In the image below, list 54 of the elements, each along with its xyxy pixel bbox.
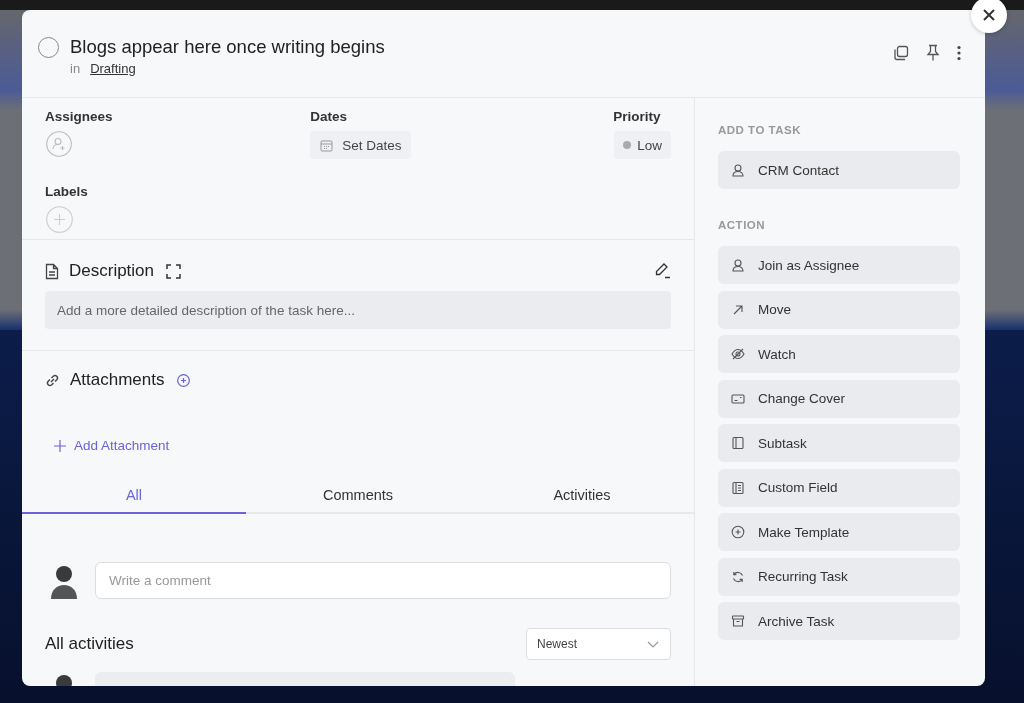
add-attachment-link[interactable]: Add Attachment: [54, 438, 170, 453]
document-icon: [45, 262, 59, 280]
action-button[interactable]: Recurring Task: [718, 557, 960, 596]
tab[interactable]: All: [22, 484, 246, 514]
list-prefix: in: [70, 61, 81, 76]
set-dates-button[interactable]: Set Dates: [310, 131, 412, 159]
action-button[interactable]: Join as Assignee: [718, 246, 960, 284]
tab[interactable]: Activities: [470, 484, 694, 514]
more-icon[interactable]: [957, 44, 961, 61]
section-title: Description: [69, 261, 155, 281]
sidebar-heading: ADD TO TASK: [718, 124, 803, 136]
action-button[interactable]: Custom Field: [718, 468, 960, 507]
expand-icon[interactable]: [166, 263, 182, 279]
plus-icon: [54, 439, 66, 452]
card-icon: [731, 391, 745, 406]
eye-slash-icon: [731, 347, 745, 361]
comment-field[interactable]: Write a comment: [95, 562, 671, 599]
archive-icon: [731, 614, 745, 628]
person-icon: [731, 163, 745, 177]
action-button[interactable]: Change Cover: [718, 379, 960, 418]
person-icon: [731, 258, 745, 272]
field-label: Priority: [613, 109, 661, 124]
pin-icon[interactable]: [926, 44, 940, 61]
refresh-icon: [731, 569, 745, 584]
arrow-icon: [731, 302, 745, 317]
priority-button[interactable]: Low: [614, 131, 671, 159]
action-button[interactable]: Subtask: [718, 424, 960, 462]
panel-icon: [731, 436, 745, 450]
list-link[interactable]: Drafting: [90, 61, 136, 76]
copy-icon[interactable]: [893, 44, 909, 61]
list-icon: [731, 480, 745, 495]
plus-circle-icon: [731, 525, 745, 539]
action-button[interactable]: CRM Contact: [718, 151, 960, 189]
chevron-down-icon: [647, 640, 659, 648]
field-label: Dates: [310, 109, 347, 124]
action-button[interactable]: Watch: [718, 335, 960, 373]
add-icon[interactable]: [176, 373, 190, 387]
sidebar-heading: ACTION: [718, 219, 767, 231]
action-button[interactable]: Make Template: [718, 513, 960, 551]
sort-dropdown[interactable]: Newest: [526, 628, 671, 660]
field-label: Labels: [45, 184, 88, 199]
calendar-icon: [320, 138, 334, 152]
action-button[interactable]: Move: [718, 290, 960, 329]
close-button[interactable]: [971, 0, 1007, 33]
task-title: Blogs appear here once writing begins: [70, 36, 386, 58]
description-field[interactable]: Add a more detailed description of the task here...: [45, 291, 671, 329]
edit-icon[interactable]: [653, 262, 671, 280]
section-title: All activities: [45, 634, 134, 654]
action-button[interactable]: Archive Task: [718, 602, 960, 640]
tab[interactable]: Comments: [246, 484, 470, 514]
field-label: Assignees: [45, 109, 113, 124]
link-icon: [45, 372, 60, 388]
section-title: Attachments: [70, 370, 165, 390]
close-icon: [983, 9, 995, 21]
